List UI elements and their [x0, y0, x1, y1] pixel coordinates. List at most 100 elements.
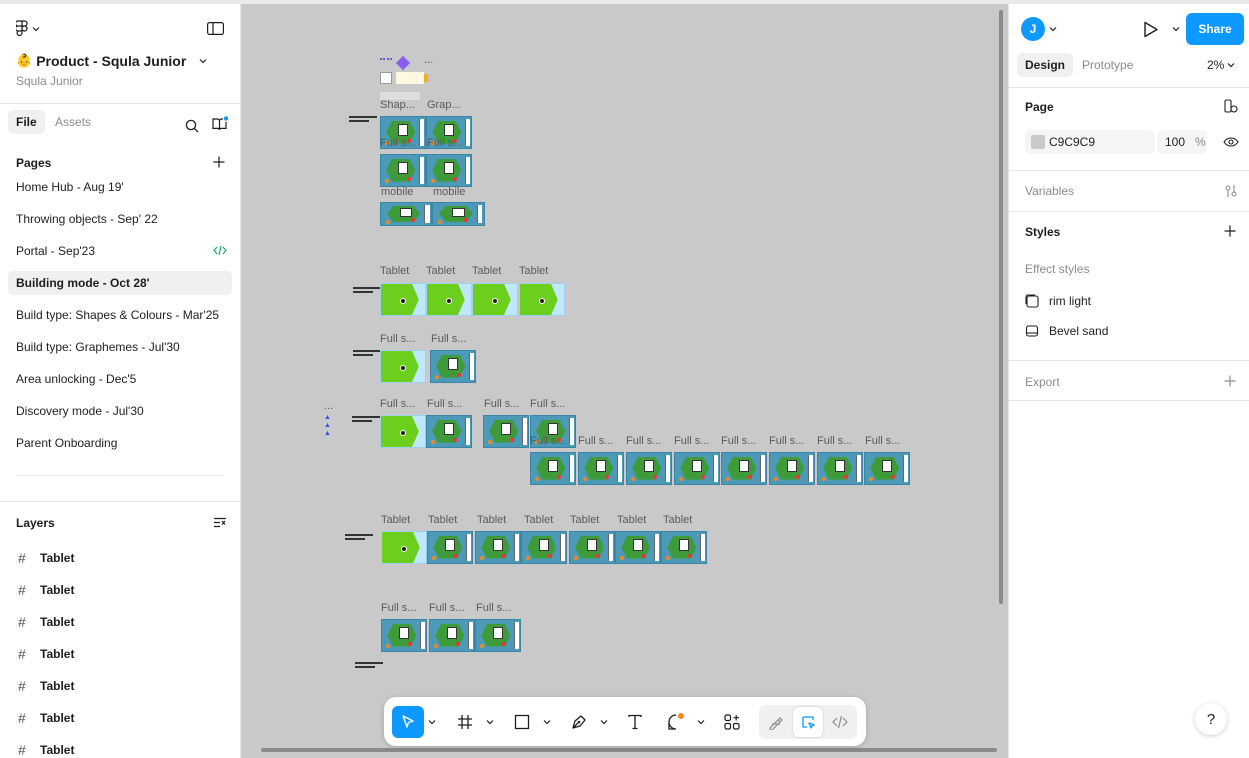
game-screen-frame[interactable] [530, 452, 576, 485]
frame-label[interactable]: Tablet [428, 514, 457, 526]
game-screen-frame[interactable] [769, 452, 815, 485]
layer-item[interactable]: # Tablet [0, 542, 240, 574]
game-screen-frame[interactable] [426, 415, 472, 448]
annotation-note[interactable] [353, 350, 381, 360]
frame-label[interactable]: Full s... [626, 435, 661, 447]
game-screen-frame[interactable] [381, 619, 427, 652]
frame-label[interactable]: Full s... [865, 435, 900, 447]
design-mode-button[interactable] [793, 707, 823, 737]
frame-label[interactable]: ... [324, 400, 333, 412]
game-screen-frame[interactable] [475, 619, 521, 652]
page-item[interactable]: Home Hub - Aug 19' [8, 175, 232, 199]
page-item[interactable]: Discovery mode - Jul'30 [8, 399, 232, 423]
island-screen-frame[interactable] [381, 531, 427, 564]
frame-label[interactable]: Grap... [427, 99, 461, 111]
frame-label[interactable]: Full s... [484, 398, 519, 410]
frame-tool-button[interactable] [450, 706, 480, 738]
layer-item[interactable]: # Tablet [0, 734, 240, 758]
chevron-down-icon[interactable] [1172, 26, 1180, 32]
game-screen-frame[interactable] [626, 452, 672, 485]
search-icon[interactable] [185, 119, 199, 133]
frame-label[interactable]: Full s... [674, 435, 709, 447]
chevron-down-icon[interactable] [1049, 26, 1057, 32]
page-item[interactable]: Parent Onboarding [8, 431, 232, 455]
draw-mode-button[interactable] [761, 707, 791, 737]
game-screen-frame[interactable] [380, 202, 432, 226]
add-style-icon[interactable] [1224, 225, 1236, 237]
frame-label[interactable]: ... [424, 54, 433, 66]
collapse-layers-icon[interactable] [213, 517, 227, 528]
comment-tool-button[interactable] [661, 706, 691, 738]
game-screen-frame[interactable] [578, 452, 624, 485]
annotation-note[interactable] [349, 116, 377, 126]
main-menu-button[interactable] [16, 20, 40, 37]
tab-design[interactable]: Design [1017, 53, 1074, 77]
island-screen-frame[interactable] [380, 415, 426, 448]
game-screen-frame[interactable] [432, 202, 485, 226]
frame-label[interactable]: Tablet [617, 514, 646, 526]
frame-label[interactable]: Full s... [427, 137, 462, 149]
frame-label[interactable]: Tablet [472, 265, 501, 277]
island-screen-frame[interactable] [426, 283, 472, 316]
layer-item[interactable]: # Tablet [0, 638, 240, 670]
share-button[interactable]: Share [1186, 13, 1244, 45]
component-cluster[interactable] [380, 55, 430, 102]
add-page-icon[interactable] [213, 156, 225, 168]
frame-label[interactable]: Full s... [530, 435, 565, 447]
game-screen-frame[interactable] [380, 154, 426, 187]
game-screen-frame[interactable] [674, 452, 720, 485]
library-icon[interactable] [212, 116, 229, 135]
frame-label[interactable]: Tablet [570, 514, 599, 526]
frame-label[interactable]: Tablet [477, 514, 506, 526]
page-item[interactable]: Throwing objects - Sep' 22 [8, 207, 232, 231]
game-screen-frame[interactable] [569, 531, 615, 564]
page-item[interactable]: Build type: Graphemes - Jul'30 [8, 335, 232, 359]
frame-label[interactable]: Tablet [380, 265, 409, 277]
pen-tool-dropdown[interactable] [598, 706, 610, 738]
island-screen-frame[interactable] [472, 283, 518, 316]
frame-label[interactable]: Tablet [519, 265, 548, 277]
add-export-icon[interactable] [1224, 375, 1236, 387]
comment-tool-dropdown[interactable] [695, 706, 707, 738]
pen-tool-button[interactable] [564, 706, 594, 738]
frame-label[interactable]: Full s... [817, 435, 852, 447]
game-screen-frame[interactable] [817, 452, 863, 485]
annotation-note[interactable] [345, 534, 373, 544]
annotation-note[interactable] [355, 662, 383, 672]
game-screen-frame[interactable] [521, 531, 567, 564]
frame-label[interactable]: Tablet [524, 514, 553, 526]
game-screen-frame[interactable] [430, 350, 476, 383]
frame-label[interactable]: Full s... [429, 602, 464, 614]
move-tool-dropdown[interactable] [426, 706, 438, 738]
frame-label[interactable]: Full s... [530, 398, 565, 410]
effect-style-bevel-sand[interactable]: Bevel sand [1025, 321, 1235, 341]
frame-label[interactable]: mobile [433, 186, 465, 198]
horizontal-scrollbar[interactable] [261, 748, 997, 752]
frame-label[interactable]: Full s... [380, 137, 415, 149]
eye-icon[interactable] [1223, 137, 1239, 147]
file-title[interactable]: 👶 Product - Squla Junior [16, 53, 208, 69]
avatar[interactable]: J [1021, 17, 1045, 41]
move-tool-button[interactable] [392, 706, 424, 738]
game-screen-frame[interactable] [615, 531, 661, 564]
game-screen-frame[interactable] [864, 452, 910, 485]
color-swatch[interactable] [1031, 135, 1045, 149]
variables-icon[interactable] [1224, 184, 1238, 198]
tab-file[interactable]: File [8, 110, 45, 134]
frame-label[interactable]: Full s... [381, 602, 416, 614]
game-screen-frame[interactable] [475, 531, 521, 564]
frame-label[interactable]: Full s... [431, 333, 466, 345]
game-screen-frame[interactable] [483, 415, 529, 448]
frame-label[interactable]: Full s... [476, 602, 511, 614]
actions-button[interactable] [717, 706, 747, 738]
layer-item[interactable]: # Tablet [0, 574, 240, 606]
island-screen-frame[interactable] [380, 283, 426, 316]
sidebar-toggle-icon[interactable] [207, 22, 224, 35]
page-item[interactable]: Building mode - Oct 28' [8, 271, 232, 295]
page-item[interactable]: Portal - Sep'23 [8, 239, 232, 263]
zoom-dropdown[interactable]: 2% [1207, 53, 1235, 77]
page-color-field[interactable]: C9C9C9 [1025, 130, 1155, 154]
frame-label[interactable]: Full s... [769, 435, 804, 447]
frame-label[interactable]: Full s... [578, 435, 613, 447]
frame-label[interactable]: Shap... [380, 99, 415, 111]
